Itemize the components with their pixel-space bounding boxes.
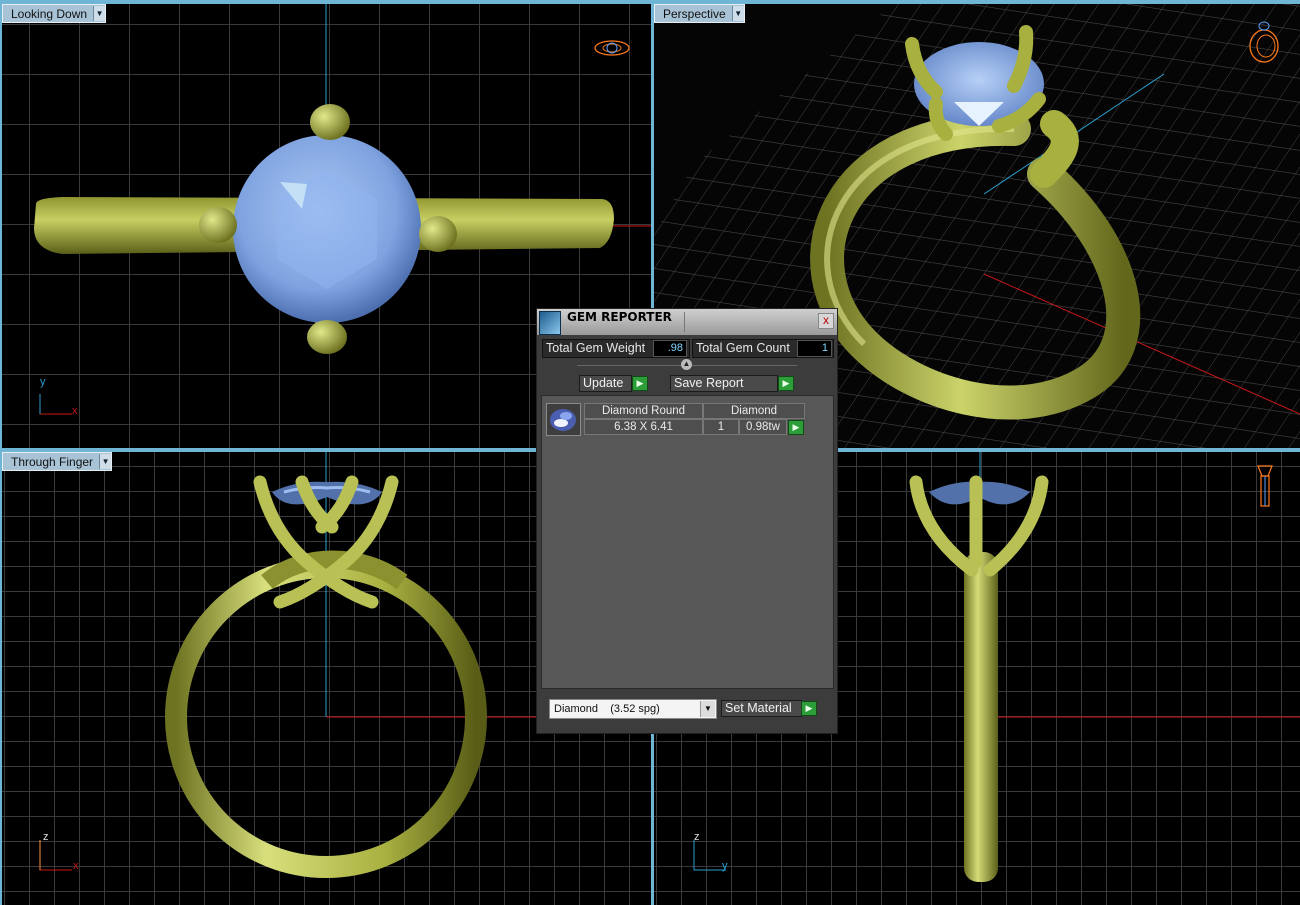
gem-thumbnail[interactable]: [546, 403, 581, 436]
material-select[interactable]: Diamond (3.52 spg) ▼: [549, 699, 717, 719]
prong: [199, 207, 237, 243]
diamond-gem: [272, 481, 382, 505]
ring-thumbnail-icon: [594, 40, 630, 56]
viewport-label-looking-down[interactable]: Looking Down ▼: [2, 4, 107, 23]
axis-label-z: z: [43, 831, 49, 843]
material-select-value: Diamond (3.52 spg): [554, 703, 660, 715]
total-gem-count-value: 1: [797, 340, 832, 357]
chevron-down-icon[interactable]: ▼: [99, 454, 112, 469]
set-material-button[interactable]: Set Material: [721, 700, 802, 717]
close-icon: x: [823, 313, 829, 327]
set-material-go-icon[interactable]: ▶: [801, 701, 817, 716]
prong: [307, 320, 347, 354]
save-report-button[interactable]: Save Report: [670, 375, 778, 392]
diamond-icon: [550, 409, 576, 431]
ring-band: [964, 552, 998, 882]
update-button[interactable]: Update: [579, 375, 632, 392]
gem-reporter-title: GEM REPORTER: [567, 310, 672, 324]
total-gem-weight-value: .98: [653, 340, 687, 357]
axis-label-x: x: [73, 860, 79, 872]
viewport-title: Through Finger: [11, 454, 94, 469]
axis-label-z: z: [694, 831, 700, 843]
gem-count-cell: 1: [703, 419, 739, 435]
gem-reporter-logo-icon: [539, 311, 561, 335]
gem-reporter-titlebar[interactable]: GEM REPORTER x: [537, 309, 837, 335]
viewport-title: Looking Down: [11, 6, 88, 21]
total-gem-weight-label: Total Gem Weight: [546, 341, 646, 355]
axis-label-y: y: [722, 860, 728, 872]
top-frame: [0, 0, 1300, 4]
update-label: Update: [583, 376, 624, 390]
gem-list[interactable]: Diamond Round Diamond 6.38 X 6.41 1 0.98…: [541, 395, 834, 689]
viewport-label-perspective[interactable]: Perspective ▼: [654, 4, 745, 23]
viewport-label-through-finger[interactable]: Through Finger ▼: [2, 452, 113, 471]
save-report-label: Save Report: [674, 376, 744, 390]
column-header-material[interactable]: Diamond: [703, 403, 805, 419]
gem-row-go-icon[interactable]: ▶: [788, 420, 804, 435]
viewport-title: Perspective: [663, 6, 726, 21]
axis-label-x: x: [72, 405, 78, 417]
save-report-go-icon[interactable]: ▶: [778, 376, 794, 391]
prong: [310, 104, 350, 140]
titlebar-divider: [684, 312, 685, 332]
column-header-gem-type[interactable]: Diamond Round: [584, 403, 703, 419]
gem-weight-cell: 0.98tw: [739, 419, 787, 435]
ring-thumbnail-icon: [1257, 465, 1273, 507]
gem-size-cell: 6.38 X 6.41: [584, 419, 703, 435]
chevron-down-icon[interactable]: ▼: [731, 6, 744, 21]
gem-reporter-panel[interactable]: GEM REPORTER x Total Gem Weight .98 Tota…: [536, 308, 838, 734]
prong: [419, 216, 457, 252]
collapse-chevron-icon[interactable]: ▲: [681, 359, 692, 370]
axis-label-y: y: [40, 376, 46, 388]
close-button[interactable]: x: [818, 313, 834, 329]
chevron-down-icon[interactable]: ▼: [93, 6, 106, 21]
total-gem-count-label: Total Gem Count: [696, 341, 790, 355]
chevron-down-icon[interactable]: ▼: [700, 701, 715, 717]
set-material-label: Set Material: [725, 701, 792, 715]
update-go-icon[interactable]: ▶: [632, 376, 648, 391]
